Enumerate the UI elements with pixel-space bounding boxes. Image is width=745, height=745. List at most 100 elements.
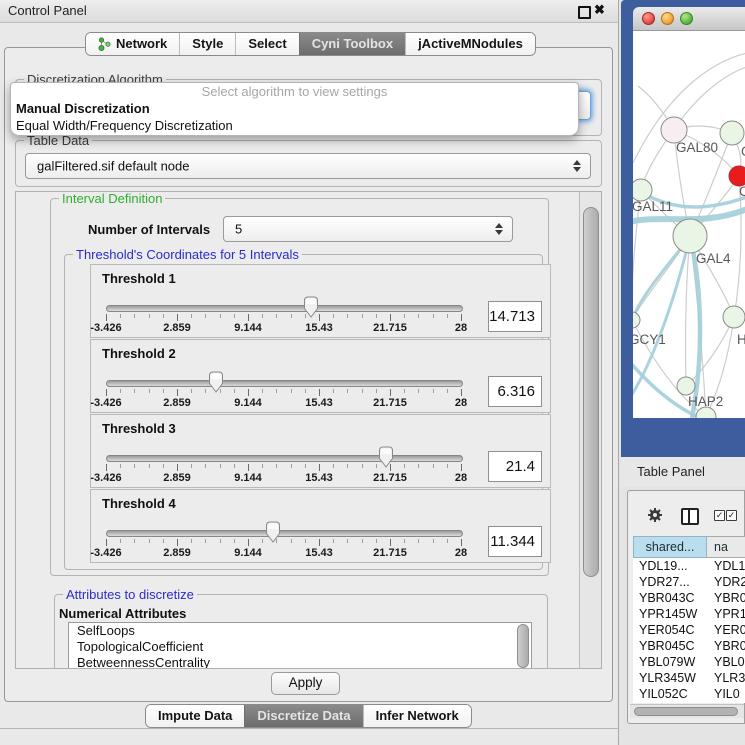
table-cell-name[interactable]: YER0	[707, 622, 745, 638]
threshold-value-field[interactable]: 6.316	[488, 376, 542, 407]
algorithm-option[interactable]: Manual Discretization	[11, 100, 578, 117]
settings-scrollbar[interactable]	[579, 192, 601, 668]
algorithm-option[interactable]: Equal Width/Frequency Discretization	[11, 117, 578, 134]
slider-thumb[interactable]	[378, 446, 394, 468]
close-light-icon[interactable]	[642, 12, 655, 25]
attribute-list-item[interactable]: TopologicalCoefficient	[69, 639, 531, 655]
table-row[interactable]: YIL052CYIL0	[633, 686, 745, 702]
table-row[interactable]: YBR045CYBR0	[633, 638, 745, 654]
slider-track[interactable]	[106, 455, 463, 462]
table-cell-shared-name[interactable]: YER054C	[633, 622, 707, 638]
tab-jactivemnodules[interactable]: jActiveMNodules	[405, 33, 535, 55]
slider-thumb[interactable]	[265, 521, 281, 543]
table-cell-shared-name[interactable]: YBL079W	[633, 654, 707, 670]
gear-icon[interactable]	[647, 507, 663, 523]
slider-tick-label: 28	[436, 547, 486, 559]
network-node-label: H	[737, 332, 745, 347]
column-header-shared-name[interactable]: shared...	[633, 536, 707, 558]
tab-select[interactable]: Select	[235, 33, 298, 55]
table-cell-name[interactable]: YDL1	[707, 558, 745, 574]
slider-thumb[interactable]	[303, 296, 319, 318]
slider-track[interactable]	[106, 305, 463, 312]
table-row[interactable]: YPR145WYPR1	[633, 606, 745, 622]
attribute-list-item[interactable]: BetweennessCentrality	[69, 655, 531, 669]
bottom-tab-discretize-data[interactable]: Discretize Data	[244, 705, 362, 727]
table-data-combobox[interactable]: galFiltered.sif default node	[25, 153, 591, 179]
table-panel-title: Table Panel	[637, 464, 705, 479]
table-cell-name[interactable]: YLR3	[707, 670, 745, 686]
slider-minor-tick	[291, 539, 292, 543]
table-row[interactable]: YLR345WYLR3	[633, 670, 745, 686]
table-cell-name[interactable]: YDR2	[707, 574, 745, 590]
network-node-hap2[interactable]	[677, 377, 695, 395]
table-cell-name[interactable]: YBR0	[707, 638, 745, 654]
table-cell-shared-name[interactable]: YPR145W	[633, 606, 707, 622]
table-cell-shared-name[interactable]: YBR045C	[633, 638, 707, 654]
slider-tick-label: -3.426	[81, 547, 131, 559]
number-of-intervals-combobox[interactable]: 5	[223, 216, 513, 242]
slider-minor-tick	[433, 389, 434, 393]
float-window-icon[interactable]	[578, 6, 591, 19]
table-row[interactable]: YDR27...YDR2	[633, 574, 745, 590]
table-cell-name[interactable]: YPR1	[707, 606, 745, 622]
tab-cyni-toolbox[interactable]: Cyni Toolbox	[299, 33, 405, 55]
slider-minor-tick	[347, 389, 348, 393]
slider-major-tick	[461, 539, 462, 546]
network-node-gcy1[interactable]	[633, 312, 640, 328]
table-cell-name[interactable]: YBL0	[707, 654, 745, 670]
network-node-g[interactable]	[720, 121, 744, 145]
table-row[interactable]: YBL079WYBL0	[633, 654, 745, 670]
network-node-label: G	[741, 144, 745, 159]
table-row[interactable]: YDL19...YDL1	[633, 558, 745, 574]
close-icon[interactable]: ✖	[594, 2, 605, 18]
zoom-light-icon[interactable]	[680, 12, 693, 25]
checkbox-icon[interactable]: ✓	[714, 510, 725, 521]
table-row[interactable]: YBR043CYBR0	[633, 590, 745, 606]
list-scrollbar-thumb[interactable]	[517, 624, 529, 668]
table-cell-shared-name[interactable]: YBR043C	[633, 590, 707, 606]
threshold-value-field[interactable]: 21.4	[488, 451, 542, 482]
network-edge	[685, 236, 690, 386]
table-cell-shared-name[interactable]: YIL052C	[633, 686, 707, 702]
slider-tick-label: -3.426	[81, 472, 131, 484]
bottom-tab-impute-data[interactable]: Impute Data	[146, 705, 244, 727]
minimize-light-icon[interactable]	[661, 12, 674, 25]
combo-spinner-icon	[573, 160, 581, 172]
network-node-label: GAL11	[633, 199, 673, 214]
table-cell-name[interactable]: YBR0	[707, 590, 745, 606]
network-node-gal11[interactable]	[633, 179, 652, 201]
slider-minor-tick	[291, 464, 292, 468]
table-cell-shared-name[interactable]: YLR345W	[633, 670, 707, 686]
slider-thumb[interactable]	[208, 371, 224, 393]
table-cell-shared-name[interactable]: YDL19...	[633, 558, 707, 574]
table-row[interactable]: YER054CYER0	[633, 622, 745, 638]
checkbox-icon[interactable]: ✓	[726, 510, 737, 521]
network-node-h[interactable]	[723, 306, 745, 328]
table-cell-shared-name[interactable]: YDR27...	[633, 574, 707, 590]
slider-tick-label: 15.43	[294, 397, 344, 409]
table-hscrollbar-thumb[interactable]	[634, 707, 738, 716]
node-table[interactable]: YDL19...YDL1YDR27...YDR2YBR043CYBR0YPR14…	[633, 558, 745, 703]
tab-network[interactable]: Network	[86, 33, 179, 55]
slider-minor-tick	[276, 314, 277, 318]
threshold-value-field[interactable]: 14.713	[488, 301, 542, 332]
table-cell-name[interactable]: YIL0	[707, 686, 740, 702]
slider-track[interactable]	[106, 380, 463, 387]
settings-scrollbar-thumb[interactable]	[583, 207, 599, 577]
attribute-list-item[interactable]: SelfLoops	[69, 623, 531, 639]
split-columns-icon[interactable]	[681, 508, 699, 525]
column-header-name[interactable]: na	[707, 536, 745, 558]
table-hscrollbar[interactable]	[630, 704, 744, 718]
network-canvas[interactable]: GAL80GCGAL11GAL4GCY1HHAP2	[633, 31, 745, 418]
slider-tick-label: 2.859	[152, 322, 202, 334]
network-node-c[interactable]	[729, 166, 745, 186]
slider-track[interactable]	[106, 530, 463, 537]
window-title: Control Panel	[8, 3, 87, 18]
threshold-value-field[interactable]: 11.344	[488, 526, 542, 557]
slider-tick-label: 9.144	[223, 322, 273, 334]
apply-button[interactable]: Apply	[271, 672, 340, 695]
bottom-tab-infer-network[interactable]: Infer Network	[363, 705, 471, 727]
tab-style[interactable]: Style	[179, 33, 235, 55]
network-node-gal4[interactable]	[673, 219, 707, 253]
numerical-attributes-list[interactable]: SelfLoopsTopologicalCoefficientBetweenne…	[68, 622, 532, 669]
